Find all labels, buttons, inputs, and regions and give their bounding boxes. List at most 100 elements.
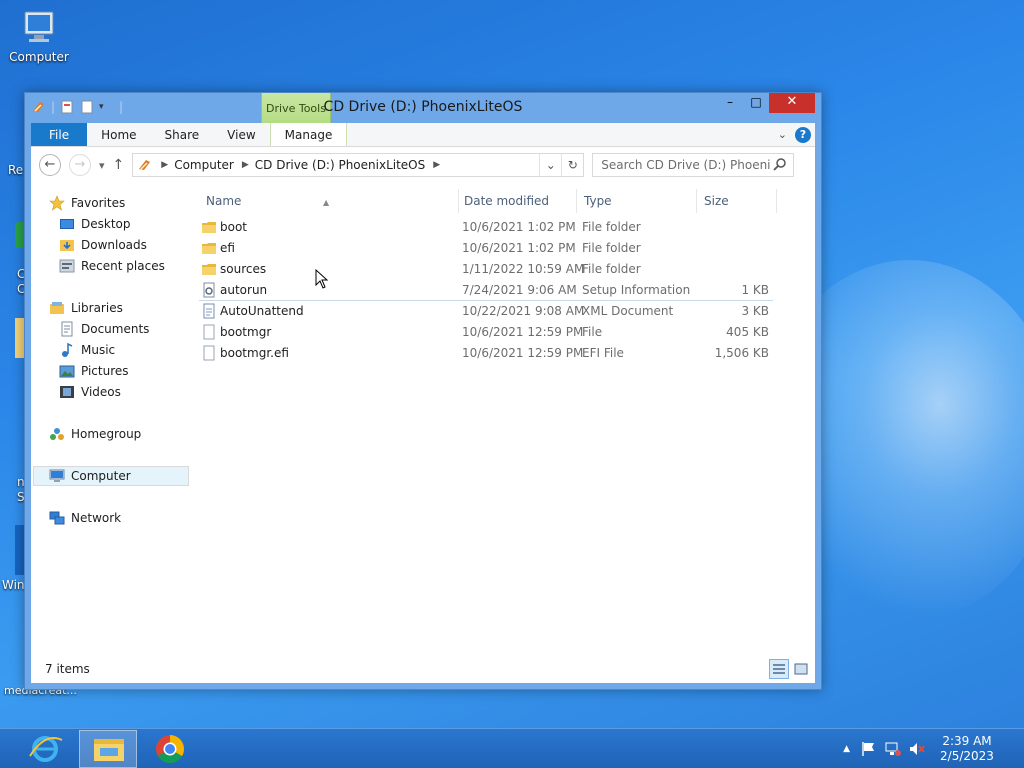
nav-favorites[interactable]: Favorites	[49, 193, 125, 213]
window-controls: – □ ✕	[717, 93, 815, 113]
column-header-size[interactable]: Size	[697, 189, 777, 213]
mouse-cursor-icon	[315, 268, 329, 289]
help-icon[interactable]: ?	[795, 126, 811, 143]
pictures-icon	[59, 363, 75, 379]
taskbar-file-explorer[interactable]	[79, 730, 137, 768]
tab-home[interactable]: Home	[87, 123, 150, 146]
clock-time: 2:39 AM	[942, 734, 992, 748]
computer-icon	[19, 10, 59, 46]
refresh-icon[interactable]: ↻	[561, 154, 583, 176]
forward-button[interactable]: →	[69, 154, 91, 176]
documents-icon	[59, 321, 75, 337]
tab-file[interactable]: File	[31, 123, 88, 146]
sort-ascending-icon: ▲	[323, 198, 330, 207]
file-icon	[201, 324, 217, 340]
search-box[interactable]	[592, 153, 795, 177]
file-row-bootmgr-efi[interactable]: bootmgr.efi 10/6/2021 12:59 PM EFI File …	[199, 343, 773, 364]
nav-network[interactable]: Network	[49, 508, 121, 528]
computer-icon	[49, 468, 65, 484]
file-row-bootmgr[interactable]: bootmgr 10/6/2021 12:59 PM File 405 KB	[199, 322, 773, 343]
volume-muted-icon[interactable]	[908, 741, 926, 757]
ribbon-tabs: File Home Share View Manage ⌄ ?	[31, 123, 815, 147]
desktop-icon-computer[interactable]: Computer	[2, 10, 76, 64]
address-bar[interactable]: ▶ Computer ▶ CD Drive (D:) PhoenixLiteOS…	[132, 153, 585, 177]
xml-file-icon	[201, 303, 217, 319]
desktop-folder-icon	[59, 216, 75, 232]
large-icons-view-button[interactable]	[791, 659, 811, 679]
breadcrumb-computer[interactable]: Computer	[174, 158, 234, 172]
close-button[interactable]: ✕	[769, 93, 815, 113]
file-row-sources[interactable]: sources 1/11/2022 10:59 AM File folder	[199, 259, 773, 280]
address-dropdown-icon[interactable]: ⌄	[539, 154, 561, 176]
window-title: CD Drive (D:) PhoenixLiteOS	[323, 99, 523, 115]
file-row-boot[interactable]: boot 10/6/2021 1:02 PM File folder	[199, 217, 773, 238]
nav-computer[interactable]: Computer	[33, 466, 189, 486]
folder-icon	[201, 261, 217, 277]
tab-share[interactable]: Share	[151, 123, 214, 146]
taskbar-clock[interactable]: 2:39 AM 2/5/2023	[932, 734, 1002, 764]
folder-icon	[201, 240, 217, 256]
back-button[interactable]: ←	[39, 154, 61, 176]
tab-manage[interactable]: Manage	[269, 123, 348, 146]
desktop-edge-label: Win	[2, 578, 25, 592]
system-tray: ▲ 2:39 AM 2/5/2023	[843, 729, 1024, 768]
up-button[interactable]: ↑	[113, 157, 125, 173]
network-icon	[49, 510, 65, 526]
internet-explorer-icon	[29, 736, 63, 762]
drive-icon	[137, 157, 153, 173]
column-header-type[interactable]: Type	[577, 189, 697, 213]
nav-homegroup[interactable]: Homegroup	[49, 424, 141, 444]
file-row-autounattend[interactable]: AutoUnattend 10/22/2021 9:08 AM XML Docu…	[199, 301, 773, 322]
content-area: Favorites Desktop Downloads Recent place…	[31, 183, 815, 655]
details-view-button[interactable]	[769, 659, 789, 679]
nav-videos[interactable]: Videos	[59, 382, 121, 402]
nav-music[interactable]: Music	[59, 340, 115, 360]
column-header-date-modified[interactable]: Date modified	[457, 189, 577, 213]
nav-pictures[interactable]: Pictures	[59, 361, 129, 381]
star-icon	[49, 195, 65, 211]
settings-file-icon	[201, 282, 217, 298]
item-count: 7 items	[45, 662, 90, 676]
expand-ribbon-icon[interactable]: ⌄	[778, 128, 787, 141]
tab-view[interactable]: View	[213, 123, 269, 146]
breadcrumb-separator-icon[interactable]: ▶	[433, 160, 440, 170]
maximize-button[interactable]: □	[743, 93, 769, 113]
downloads-folder-icon	[59, 237, 75, 253]
navigation-bar: ← → ▾ ↑ ▶ Computer ▶ CD Drive (D:) Phoen…	[31, 147, 815, 183]
taskbar: ▲ 2:39 AM 2/5/2023	[0, 728, 1024, 768]
clock-date: 2/5/2023	[940, 749, 994, 763]
recent-places-icon	[59, 258, 75, 274]
action-center-flag-icon[interactable]	[860, 741, 878, 757]
nav-downloads[interactable]: Downloads	[59, 235, 147, 255]
file-explorer-icon	[94, 739, 124, 761]
recent-locations-icon[interactable]: ▾	[99, 159, 105, 172]
search-icon[interactable]	[773, 157, 787, 171]
minimize-button[interactable]: –	[717, 93, 743, 113]
videos-icon	[59, 384, 75, 400]
taskbar-internet-explorer[interactable]	[16, 730, 74, 768]
file-row-efi[interactable]: efi 10/6/2021 1:02 PM File folder	[199, 238, 773, 259]
title-bar[interactable]: | ▾ | Drive Tools CD Drive (D:) PhoenixL…	[25, 93, 821, 123]
breadcrumb-separator-icon[interactable]: ▶	[242, 160, 249, 170]
nav-recent-places[interactable]: Recent places	[59, 256, 165, 276]
explorer-window: | ▾ | Drive Tools CD Drive (D:) PhoenixL…	[24, 92, 822, 690]
folder-icon	[201, 219, 217, 235]
taskbar-chrome[interactable]	[141, 730, 199, 768]
nav-documents[interactable]: Documents	[59, 319, 149, 339]
show-hidden-icons-icon[interactable]: ▲	[843, 744, 850, 754]
search-input[interactable]	[601, 158, 772, 172]
network-status-icon[interactable]	[884, 741, 902, 757]
nav-libraries[interactable]: Libraries	[49, 298, 123, 318]
desktop-icon-label: Computer	[9, 50, 69, 64]
column-header-name[interactable]: Name ▲	[199, 189, 459, 213]
homegroup-icon	[49, 426, 65, 442]
nav-desktop[interactable]: Desktop	[59, 214, 131, 234]
breadcrumb-separator-icon[interactable]: ▶	[161, 160, 168, 170]
navigation-pane: Favorites Desktop Downloads Recent place…	[31, 183, 191, 655]
breadcrumb-cd-drive[interactable]: CD Drive (D:) PhoenixLiteOS	[255, 158, 425, 172]
file-icon	[201, 345, 217, 361]
chrome-icon	[156, 735, 184, 763]
status-bar: 7 items	[31, 655, 815, 683]
music-icon	[59, 342, 75, 358]
file-row-autorun[interactable]: autorun 7/24/2021 9:06 AM Setup Informat…	[199, 280, 773, 301]
